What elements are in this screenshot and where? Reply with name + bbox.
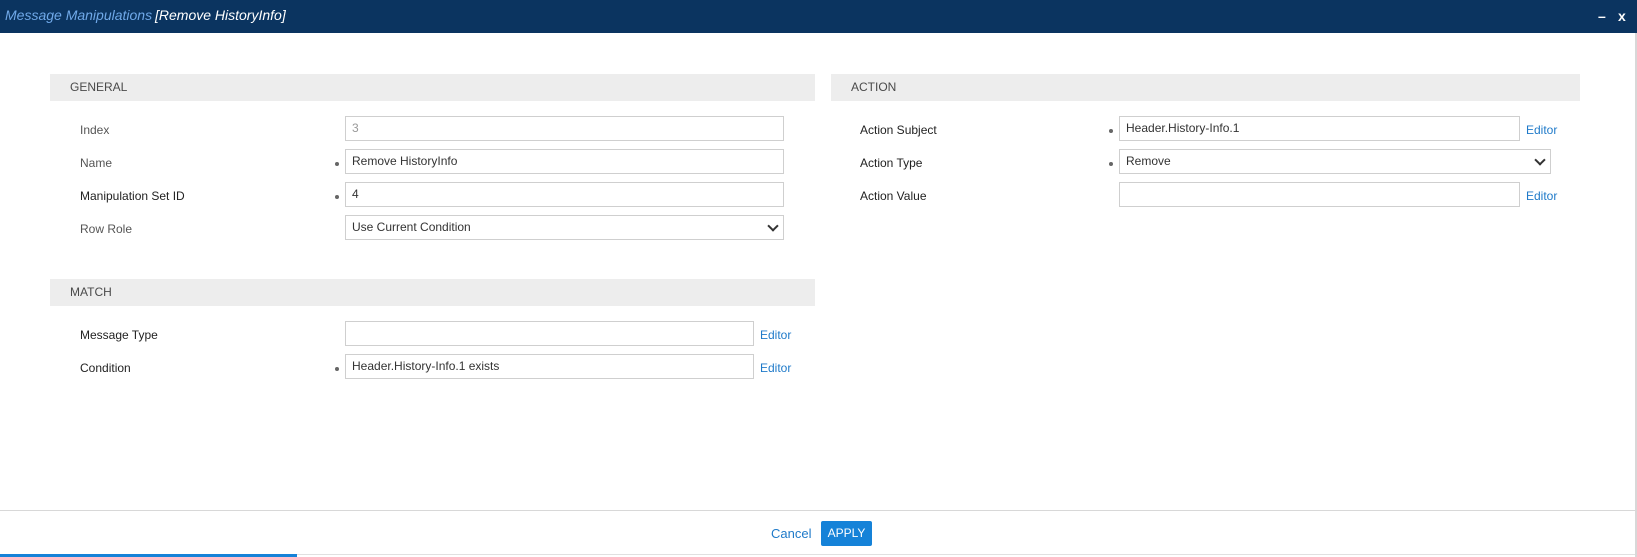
action-type-selected-value: Remove [1126, 154, 1171, 168]
action-subject-label: Action Subject [860, 123, 937, 137]
general-section-header: GENERAL [50, 74, 815, 101]
name-label: Name [80, 156, 113, 170]
action-subject-editor-link[interactable]: Editor [1526, 123, 1557, 137]
action-section-header: ACTION [831, 74, 1580, 101]
row-role-label: Row Role [80, 222, 133, 236]
condition-editor-link[interactable]: Editor [760, 361, 791, 375]
close-icon[interactable]: x [1618, 8, 1626, 24]
cancel-button[interactable]: Cancel [771, 526, 811, 541]
required-indicator [1109, 162, 1113, 166]
required-indicator [335, 367, 339, 371]
required-indicator [335, 162, 339, 166]
required-indicator [335, 195, 339, 199]
action-value-field[interactable] [1119, 182, 1520, 207]
row-role-select[interactable]: Use Current Condition [345, 215, 784, 240]
condition-field[interactable]: Header.History-Info.1 exists [345, 354, 754, 379]
action-type-label: Action Type [860, 156, 923, 170]
manipulation-set-id-label: Manipulation Set ID [80, 189, 185, 203]
footer-divider [0, 510, 1637, 511]
row-role-selected-value: Use Current Condition [352, 220, 471, 234]
window-record-title: [Remove HistoryInfo] [155, 7, 286, 23]
required-indicator [1109, 129, 1113, 133]
index-field: 3 [345, 116, 784, 141]
action-value-editor-link[interactable]: Editor [1526, 189, 1557, 203]
condition-label: Condition [80, 361, 131, 375]
index-label: Index [80, 123, 110, 137]
chevron-down-icon [1534, 154, 1546, 166]
message-type-editor-link[interactable]: Editor [760, 328, 791, 342]
action-value-label: Action Value [860, 189, 927, 203]
action-type-select[interactable]: Remove [1119, 149, 1551, 174]
window-app-title: Message Manipulations [5, 7, 153, 23]
chevron-down-icon [767, 220, 779, 232]
title-bar: Message Manipulations [Remove HistoryInf… [0, 0, 1637, 33]
match-section-header: MATCH [50, 279, 815, 306]
message-type-field[interactable] [345, 321, 754, 346]
action-subject-field[interactable]: Header.History-Info.1 [1119, 116, 1520, 141]
minimize-icon[interactable]: – [1598, 8, 1606, 24]
message-manipulation-dialog: Message Manipulations [Remove HistoryInf… [0, 0, 1637, 557]
name-field[interactable]: Remove HistoryInfo [345, 149, 784, 174]
manipulation-set-id-field[interactable]: 4 [345, 182, 784, 207]
apply-button[interactable]: APPLY [821, 521, 872, 546]
message-type-label: Message Type [80, 328, 158, 342]
